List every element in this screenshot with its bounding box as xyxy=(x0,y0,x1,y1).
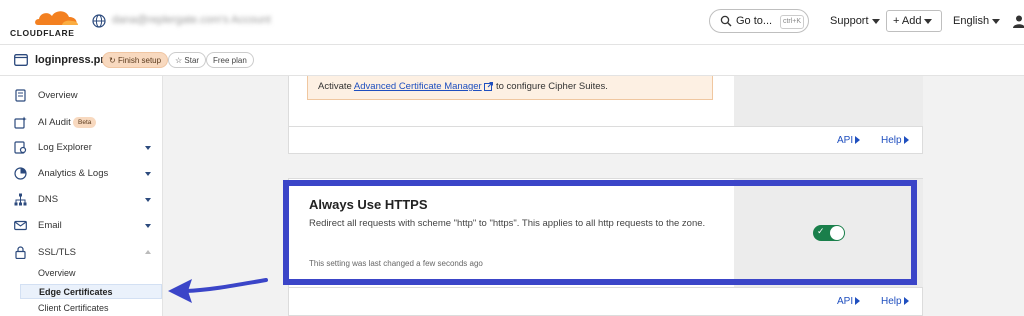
advanced-certificate-manager-link[interactable]: Advanced Certificate Manager xyxy=(354,81,482,92)
api-label: API xyxy=(837,296,854,307)
acm-notice: Activate Advanced Certificate Manager to… xyxy=(307,76,713,100)
add-label: + Add xyxy=(893,15,922,27)
document-icon xyxy=(15,89,26,102)
help-label: Help xyxy=(881,296,902,307)
zone-name: loginpress.pro xyxy=(35,54,112,66)
sidebar-item-overview[interactable]: Overview xyxy=(0,86,162,106)
dns-icon xyxy=(14,193,27,206)
finish-setup-button[interactable]: ↻ Finish setup xyxy=(102,52,169,68)
chevron-down-icon xyxy=(145,172,151,176)
sidebar-item-analytics[interactable]: Analytics & Logs xyxy=(0,164,162,184)
help-label: Help xyxy=(881,135,902,146)
sidebar-item-label: Email xyxy=(38,220,62,231)
api-label: API xyxy=(837,135,854,146)
caret-right-icon xyxy=(855,297,861,306)
top-bar: CLOUDFLARE dana@replergate.com's Account… xyxy=(0,0,1024,45)
support-label: Support xyxy=(830,15,869,27)
email-icon xyxy=(14,220,27,231)
sidebar-item-label: SSL/TLS xyxy=(38,247,77,258)
add-button[interactable]: + Add xyxy=(886,10,942,32)
chevron-down-icon xyxy=(871,18,880,24)
star-label: Star xyxy=(184,56,200,65)
plan-badge[interactable]: Free plan xyxy=(206,52,254,68)
chevron-down-icon xyxy=(924,18,933,24)
card-control-panel xyxy=(734,76,923,126)
cloudflare-logo[interactable]: CLOUDFLARE xyxy=(10,7,80,38)
sidebar-item-log-explorer[interactable]: Log Explorer xyxy=(0,138,162,158)
search-icon xyxy=(720,15,732,27)
finish-setup-label: Finish setup xyxy=(117,56,162,65)
goto-search[interactable]: Go to... ctrl+K xyxy=(709,9,809,33)
sidebar-item-email[interactable]: Email xyxy=(0,216,162,236)
card-footer: API Help xyxy=(289,287,923,314)
sidebar-item-label: Log Explorer xyxy=(38,142,92,153)
zone-bar: loginpress.pro ↻ Finish setup ☆ Star Fre… xyxy=(0,45,1024,76)
sidebar-item-label: Analytics & Logs xyxy=(38,168,109,179)
caret-right-icon xyxy=(903,136,909,145)
star-button[interactable]: ☆ Star xyxy=(168,52,207,68)
sidebar-item-ai-audit[interactable]: AI Audit Beta xyxy=(0,113,162,133)
chevron-down-icon xyxy=(145,198,151,202)
annotation-arrow-icon xyxy=(168,278,268,303)
caret-right-icon xyxy=(903,297,909,306)
sidebar-item-label: AI Audit xyxy=(38,117,71,128)
account-name[interactable]: dana@replergate.com's Account xyxy=(112,14,271,26)
caret-right-icon xyxy=(855,136,861,145)
highlight-box xyxy=(283,180,917,285)
lock-icon xyxy=(15,246,26,259)
keyboard-shortcut: ctrl+K xyxy=(780,15,804,29)
language-label: English xyxy=(953,15,990,27)
language-menu[interactable]: English xyxy=(953,15,1001,27)
api-link[interactable]: API xyxy=(837,296,861,307)
sidebar-item-label: Overview xyxy=(38,90,78,101)
help-link[interactable]: Help xyxy=(881,296,909,307)
sidebar-item-ssl-tls[interactable]: SSL/TLS xyxy=(0,243,162,263)
user-icon[interactable] xyxy=(1012,14,1024,28)
notice-prefix: Activate xyxy=(318,81,354,92)
chevron-down-icon xyxy=(145,146,151,150)
notice-suffix: to configure Cipher Suites. xyxy=(493,81,608,92)
chevron-down-icon xyxy=(992,18,1001,24)
chevron-up-icon xyxy=(145,250,151,254)
notice-text: Activate Advanced Certificate Manager to… xyxy=(318,81,608,92)
sidebar-item-label: DNS xyxy=(38,194,59,205)
sidebar-item-dns[interactable]: DNS xyxy=(0,190,162,210)
analytics-icon xyxy=(14,167,27,180)
sidebar-subitem-edge-certificates[interactable]: Edge Certificates xyxy=(20,284,162,299)
cloud-icon xyxy=(35,11,78,25)
goto-label: Go to... xyxy=(736,15,773,27)
beta-badge: Beta xyxy=(73,117,97,128)
sidebar-subitem-client-certificates[interactable]: Client Certificates xyxy=(38,303,109,313)
website-icon xyxy=(14,54,28,66)
sidebar: Overview AI Audit Beta Log Explorer Anal… xyxy=(0,76,163,316)
api-link[interactable]: API xyxy=(837,135,861,146)
ai-audit-icon xyxy=(14,116,27,129)
log-explorer-icon xyxy=(14,141,27,154)
chevron-down-icon xyxy=(145,224,151,228)
brand-wordmark: CLOUDFLARE xyxy=(10,28,75,38)
sidebar-subitem-overview[interactable]: Overview xyxy=(38,268,76,278)
sidebar-subitem-label: Edge Certificates xyxy=(39,287,113,297)
support-menu[interactable]: Support xyxy=(830,15,880,27)
external-link-icon xyxy=(484,81,494,91)
cipher-suites-card: Activate Advanced Certificate Manager to… xyxy=(288,76,923,154)
card-footer: API Help xyxy=(289,126,923,153)
globe-icon xyxy=(92,14,106,28)
help-link[interactable]: Help xyxy=(881,135,909,146)
